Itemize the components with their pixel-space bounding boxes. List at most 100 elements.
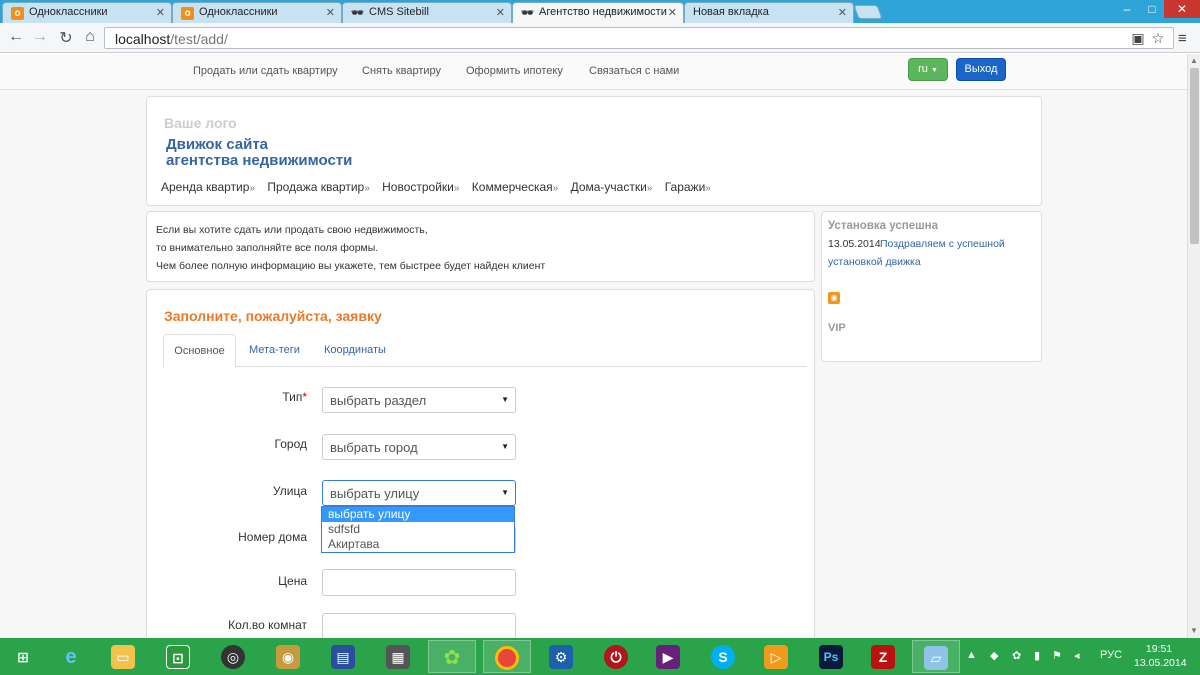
menu-item-rent-apartments[interactable]: Аренда квартир» [161,180,255,194]
browser-menu-icon[interactable]: ≡ [1178,30,1187,47]
bookmark-star-icon[interactable]: ☆ [1149,30,1167,48]
minimize-icon[interactable]: – [1114,0,1140,18]
reload-icon[interactable]: ↻ [56,28,76,48]
tray-expand-icon[interactable]: ▲ [966,649,977,661]
menu-item-garages[interactable]: Гаражи» [665,180,711,194]
menu-item-commercial[interactable]: Коммерческая» [472,180,558,194]
taskbar-explorer[interactable]: ▭ [100,640,148,673]
taskbar-archive-app[interactable]: ▦ [375,640,423,673]
street-option[interactable]: Акиртава [322,537,514,552]
photoshop-icon: Ps [819,645,843,669]
taskbar-save-app[interactable]: ▤ [320,640,368,673]
tray-icq-icon[interactable]: ✿ [1012,649,1021,662]
settings-app-icon: ⚙ [549,645,573,669]
nav-link-sell[interactable]: Продать или сдать квартиру [193,65,338,77]
address-bar[interactable]: localhost/test/add/ ▣ ☆ [104,27,1174,49]
type-label: Тип* [147,390,307,404]
close-tab-icon[interactable]: ✕ [838,6,847,19]
taskbar-media-app[interactable]: ◉ [265,640,313,673]
logout-button[interactable]: Выход [956,58,1006,81]
new-tab-button[interactable] [853,5,883,19]
street-option[interactable]: sdfsfd [322,522,514,537]
type-label-text: Тип [282,390,303,404]
taskbar-skype[interactable]: S [700,640,748,673]
close-tab-icon[interactable]: ✕ [326,6,335,19]
price-label: Цена [278,574,307,588]
browser-tab[interactable]: 🕶 CMS Sitebill ✕ [342,2,512,23]
scroll-down-icon[interactable]: ▼ [1190,626,1198,635]
menu-arrow: » [364,183,370,194]
type-select[interactable]: выбрать раздел ▼ [322,387,516,413]
scroll-up-icon[interactable]: ▲ [1190,56,1198,65]
street-label: Улица [272,484,307,498]
taskbar-settings-app[interactable]: ⚙ [538,640,586,673]
tray-shield-icon[interactable]: ◆ [990,649,998,662]
browser-tab[interactable]: о Одноклассники ✕ [2,2,172,23]
start-button[interactable]: ⊞ [0,640,48,673]
tab-coordinates[interactable]: Координаты [324,334,386,367]
nav-link-contact[interactable]: Связаться с нами [589,65,679,77]
top-navigation: Продать или сдать квартиру Снять квартир… [0,54,1187,90]
vip-heading: VIP [828,322,846,334]
tab-basic[interactable]: Основное [163,334,236,368]
news-link-continued[interactable]: установкой движка [828,256,921,268]
rooms-input[interactable] [322,613,516,638]
menu-arrow: » [646,183,653,194]
menu-arrow: » [552,183,559,194]
menu-item-sale-apartments[interactable]: Продажа квартир» [267,180,369,194]
nav-link-mortgage[interactable]: Оформить ипотеку [466,65,563,77]
browser-tab[interactable]: о Одноклассники ✕ [172,2,342,23]
taskbar-chrome[interactable] [483,640,531,673]
language-button[interactable]: ru ▼ [908,58,948,81]
menu-item-label: Гаражи [664,180,706,194]
back-icon[interactable]: ← [6,28,26,46]
price-input[interactable] [322,569,516,596]
power-icon: ⏻ [604,645,628,669]
taskbar-ie[interactable]: e [48,640,96,673]
language-indicator[interactable]: РУС [1100,649,1122,661]
scrollbar-thumb[interactable] [1190,68,1199,244]
close-window-icon[interactable]: ✕ [1164,0,1200,18]
street-option[interactable]: выбрать улицу [322,507,514,522]
taskbar-visual-studio[interactable]: ▶ [645,640,693,673]
maximize-icon[interactable]: □ [1140,0,1164,18]
nav-link-rent[interactable]: Снять квартиру [362,65,441,77]
home-icon[interactable]: ⌂ [80,28,100,46]
house-number-label: Номер дома [238,530,307,544]
taskbar-player[interactable]: ▷ [753,640,801,673]
close-tab-icon[interactable]: ✕ [668,6,677,19]
browser-tab[interactable]: Новая вкладка ✕ [684,2,854,23]
volume-icon[interactable]: ◂ [1074,649,1080,662]
taskbar-window-app[interactable]: ▱ [912,640,960,673]
browser-tab-title: Агентство недвижимости [539,6,667,18]
city-select[interactable]: выбрать город ▼ [322,434,516,460]
form-tabs: Основное Мета-теги Координаты [163,334,807,368]
taskbar-filezilla[interactable]: Z [860,640,908,673]
forward-icon[interactable]: → [30,28,50,46]
browser-tab-title: CMS Sitebill [369,6,429,18]
network-icon[interactable]: ▮ [1034,649,1040,662]
menu-item-new-buildings[interactable]: Новостройки» [382,180,459,194]
taskbar-store[interactable]: ⊡ [155,640,203,673]
taskbar-photoshop[interactable]: Ps [808,640,856,673]
extension-icon[interactable]: ▣ [1129,30,1147,48]
close-tab-icon[interactable]: ✕ [496,6,505,19]
icq-flower-icon: ✿ [443,647,461,669]
logo-placeholder[interactable]: Ваше лого [164,115,237,131]
tab-meta-tags[interactable]: Мета-теги [249,334,300,367]
taskbar-speaker-app[interactable]: ◎ [210,640,258,673]
sidebar-title: Установка успешна [828,220,939,232]
odnoklassniki-icon: о [11,7,24,20]
page-scrollbar[interactable]: ▲ ▼ [1187,54,1200,638]
news-link[interactable]: Поздравляем с успешной [880,238,1005,250]
site-name[interactable]: Движок сайта агентства недвижимости [166,137,352,169]
menu-item-houses[interactable]: Дома-участки» [571,180,653,194]
browser-tab-active[interactable]: 🕶 Агентство недвижимости ✕ [512,2,684,23]
system-clock[interactable]: 19:51 13.05.2014 [1134,642,1187,670]
street-select[interactable]: выбрать улицу ▼ [322,480,516,506]
rss-icon[interactable]: ◉ [828,292,840,304]
flag-icon[interactable]: ⚑ [1052,649,1062,662]
taskbar-icq[interactable]: ✿ [428,640,476,673]
taskbar-power-app[interactable]: ⏻ [593,640,641,673]
close-tab-icon[interactable]: ✕ [156,6,165,19]
